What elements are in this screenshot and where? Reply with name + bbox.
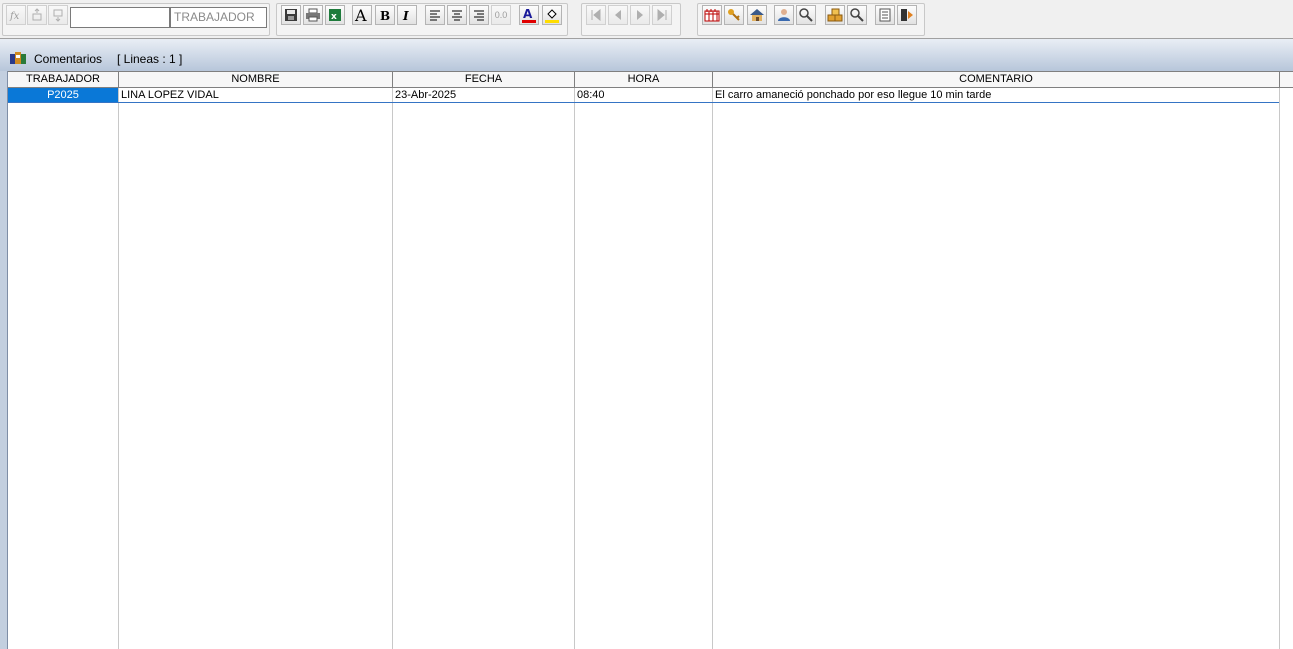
column-divider: [1279, 88, 1280, 649]
column-divider: [712, 88, 713, 649]
column-header-hora[interactable]: HORA: [574, 72, 712, 88]
list-icon[interactable]: [875, 5, 895, 25]
cell-trabajador[interactable]: P2025: [8, 88, 118, 102]
column-header-fecha[interactable]: FECHA: [392, 72, 574, 88]
window-left-frame: [0, 71, 8, 649]
search-icon[interactable]: [796, 5, 816, 25]
font-icon[interactable]: A: [352, 5, 372, 25]
number-format-label: 0.0: [494, 10, 508, 20]
number-format-button[interactable]: 0.0: [491, 5, 511, 25]
search-boxes-icon[interactable]: [847, 5, 867, 25]
column-divider: [574, 88, 575, 649]
align-center-icon[interactable]: [447, 5, 467, 25]
fill-color-icon[interactable]: [542, 5, 562, 25]
previous-record-icon[interactable]: [608, 5, 628, 25]
bold-icon[interactable]: B: [375, 5, 395, 25]
print-icon[interactable]: [303, 5, 323, 25]
window-titlebar: Comentarios [ Lineas : 1 ]: [0, 39, 1293, 71]
exit-icon[interactable]: [897, 5, 917, 25]
align-left-icon[interactable]: [425, 5, 445, 25]
cell-fecha[interactable]: 23-Abr-2025: [392, 88, 574, 102]
line-count-label: [ Lineas : 1 ]: [117, 52, 183, 66]
field-name-input[interactable]: TRABAJADOR: [170, 7, 267, 28]
cell-comentario[interactable]: El carro amaneció ponchado por eso llegu…: [712, 88, 1279, 102]
next-record-icon[interactable]: [630, 5, 650, 25]
save-icon[interactable]: [281, 5, 301, 25]
fx-icon[interactable]: fx: [6, 5, 26, 25]
last-record-icon[interactable]: [652, 5, 672, 25]
user-icon[interactable]: [774, 5, 794, 25]
column-header-nombre[interactable]: NOMBRE: [118, 72, 392, 88]
svg-text:A: A: [523, 7, 533, 21]
insert-above-icon[interactable]: [27, 5, 47, 25]
first-record-icon[interactable]: [586, 5, 606, 25]
align-right-icon[interactable]: [469, 5, 489, 25]
column-divider: [392, 88, 393, 649]
insert-below-icon[interactable]: [48, 5, 68, 25]
boxes-icon[interactable]: [825, 5, 845, 25]
table-row[interactable]: P2025 LINA LOPEZ VIDAL 23-Abr-2025 08:40…: [8, 88, 1279, 103]
window-title: Comentarios: [34, 52, 103, 66]
toolbar: fx TRABAJADOR x A B I 0.0 A: [0, 0, 1293, 39]
cell-nombre[interactable]: LINA LOPEZ VIDAL: [118, 88, 392, 102]
svg-text:fx: fx: [9, 11, 20, 21]
svg-text:I: I: [402, 9, 409, 21]
svg-text:B: B: [380, 9, 390, 21]
data-grid: TRABAJADOR NOMBRE FECHA HORA COMENTARIO …: [8, 71, 1293, 649]
grid-header: TRABAJADOR NOMBRE FECHA HORA COMENTARIO: [8, 71, 1293, 88]
column-header-comentario[interactable]: COMENTARIO: [712, 72, 1280, 88]
italic-icon[interactable]: I: [397, 5, 417, 25]
key-icon[interactable]: [724, 5, 744, 25]
svg-text:x: x: [331, 12, 337, 22]
excel-icon[interactable]: x: [325, 5, 345, 25]
calendar-grid-icon[interactable]: [702, 5, 722, 25]
column-divider: [118, 88, 119, 649]
field-value-input[interactable]: [70, 7, 170, 28]
home-icon[interactable]: [747, 5, 767, 25]
cell-hora[interactable]: 08:40: [574, 88, 712, 102]
window-app-icon: [10, 52, 26, 64]
font-color-icon[interactable]: A: [519, 5, 539, 25]
column-header-trabajador[interactable]: TRABAJADOR: [8, 72, 118, 88]
svg-text:A: A: [354, 7, 367, 23]
